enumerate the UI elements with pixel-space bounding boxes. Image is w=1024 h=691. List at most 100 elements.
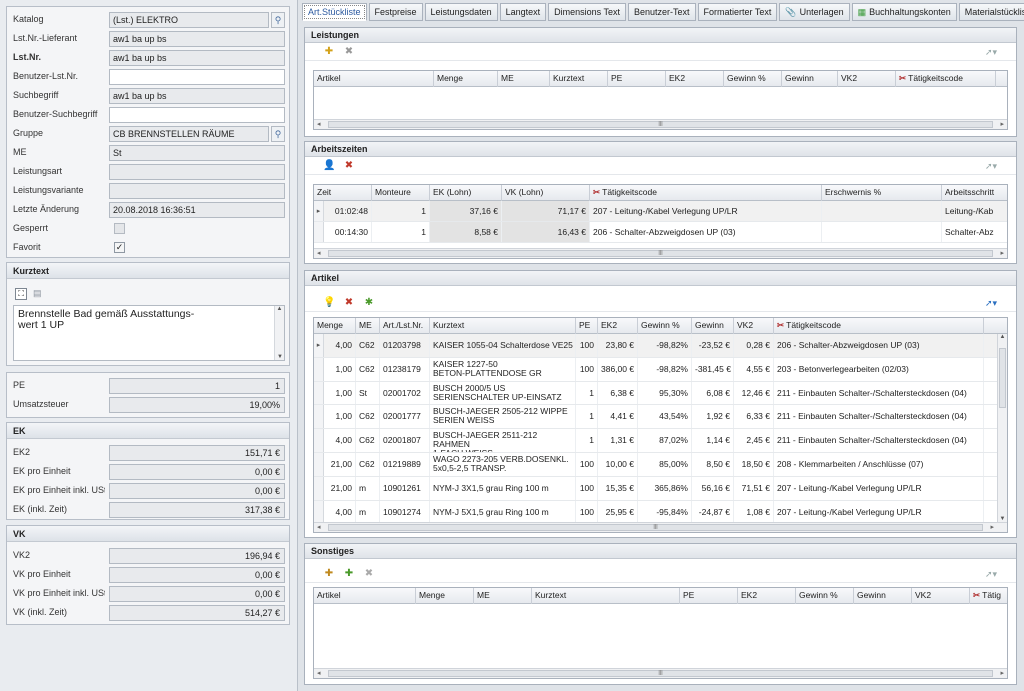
column-header[interactable]: ME (498, 71, 550, 87)
expand-icon[interactable]: ⛶ (15, 288, 27, 300)
delete-icon[interactable]: ✖ (343, 297, 355, 309)
field-value[interactable]: aw1 ba up bs (109, 50, 285, 66)
column-header[interactable]: VK (Lohn) (502, 185, 590, 201)
column-header[interactable]: EK2 (738, 588, 796, 604)
column-header[interactable]: Menge (314, 318, 356, 334)
column-header[interactable]: VK2 (734, 318, 774, 334)
export-icon[interactable]: ➚▾ (985, 568, 997, 580)
table-row[interactable]: 1,00 St 02001702 BUSCH 2000/5 US SERIENSCHA… (314, 381, 1007, 406)
field-value[interactable] (109, 69, 285, 85)
column-header[interactable]: Art./Lst.Nr. (380, 318, 430, 334)
column-header[interactable]: Gewinn % (724, 71, 782, 87)
column-header[interactable]: EK2 (598, 318, 638, 334)
table-row[interactable]: 4,00 m 10901274 NYM-J 5X1,5 grau Ring 100 m… (314, 500, 1007, 525)
add-worker-icon[interactable]: 👤 (323, 160, 335, 172)
tab-benutzer-text[interactable]: Benutzer-Text (628, 3, 696, 21)
column-header[interactable]: Menge (416, 588, 474, 604)
field-value[interactable] (109, 164, 285, 180)
column-header[interactable]: Menge (434, 71, 498, 87)
column-header[interactable]: Kurztext (550, 71, 608, 87)
column-header[interactable]: VK2 (912, 588, 970, 604)
column-header[interactable]: ME (474, 588, 532, 604)
column-header[interactable]: Gewinn % (638, 318, 692, 334)
kurztext-scrollbar[interactable]: ▲ ▼ (274, 306, 284, 360)
column-header[interactable]: Gewinn (692, 318, 734, 334)
column-header[interactable]: PE (608, 71, 666, 87)
export-icon[interactable]: ➚▾ (985, 160, 997, 172)
artikel-hscroll[interactable]: ◂ Ⅲ ▸ (314, 522, 1007, 532)
search-icon[interactable]: ⚲ (271, 12, 285, 28)
column-header[interactable]: PE (680, 588, 738, 604)
table-row[interactable]: 1,00 C62 01238179 KAISER 1227-50 BETON-PLAT… (314, 357, 1007, 382)
table-row[interactable]: 1,00 C62 02001777 BUSCH-JAEGER 2505-212 WIP… (314, 405, 1007, 430)
column-header[interactable]: ✂ Tätigkeitscode (896, 71, 996, 87)
column-header[interactable]: Gewinn (854, 588, 912, 604)
copy-item-icon[interactable]: ✚ (343, 568, 355, 580)
column-header[interactable]: Artikel (314, 71, 434, 87)
field-value[interactable]: 20.08.2018 16:36:51 (109, 202, 285, 218)
delete-icon[interactable]: ✖ (363, 568, 375, 580)
column-header[interactable]: ✂ Tätigkeitscode (590, 185, 822, 201)
delete-icon[interactable]: ✖ (343, 46, 355, 58)
arbeitszeiten-hscroll[interactable]: ◂ Ⅲ ▸ (314, 248, 1007, 258)
artikel-vscroll[interactable]: ▲ ▼ (997, 334, 1007, 522)
column-header[interactable]: ✂ Tätig (970, 588, 1007, 604)
table-cell: 6,08 € (692, 381, 734, 405)
add-item-icon[interactable]: ✚ (323, 568, 335, 580)
field-value[interactable]: aw1 ba up bs (109, 88, 285, 104)
spellcheck-icon[interactable]: ▤ (33, 288, 45, 300)
tab-formatierter-text[interactable]: Formatierter Text (697, 3, 778, 21)
table-row[interactable]: ▸ 4,00 C62 01203798 KAISER 1055-04 Schalterd… (314, 334, 1007, 358)
column-header[interactable]: Gewinn % (796, 588, 854, 604)
kurztext-textarea[interactable]: Brennstelle Bad gemäß Ausstattungs- wert… (13, 305, 285, 361)
column-header[interactable]: Kurztext (532, 588, 680, 604)
table-row[interactable]: ▸ 01:02:48 1 37,16 €71,17 €207 - Leitung-/K… (314, 201, 1007, 222)
search-icon[interactable]: ⚲ (271, 126, 285, 142)
add-article-icon[interactable]: ✱ (363, 297, 375, 309)
sonstiges-hscroll[interactable]: ◂ Ⅲ ▸ (314, 668, 1007, 678)
column-header[interactable]: Arbeitsschritt (942, 185, 1007, 201)
left-panel: Katalog (Lst.) ELEKTRO ⚲ Lst.Nr.-Lieferant a… (0, 0, 298, 691)
tab-dimensions-text[interactable]: Dimensions Text (548, 3, 627, 21)
field-value[interactable]: aw1 ba up bs (109, 31, 285, 47)
export-icon[interactable]: ➚▾ (985, 46, 997, 58)
tab-leistungsdaten[interactable]: Leistungsdaten (424, 3, 498, 21)
lightbulb-icon[interactable]: 💡 (323, 297, 335, 309)
tab-art-stückliste[interactable]: Art.Stückliste (302, 3, 367, 21)
tab-unterlagen[interactable]: 📎 Unterlagen (779, 3, 850, 21)
field-value[interactable]: (Lst.) ELEKTRO (109, 12, 269, 28)
row-indicator: ▸ (314, 201, 324, 221)
column-header[interactable]: Zeit (314, 185, 372, 201)
column-header[interactable]: EK2 (666, 71, 724, 87)
field-label: PE (13, 380, 26, 390)
table-row[interactable]: 21,00 C62 01219889 WAGO 2273-205 VERB.DOSEN… (314, 453, 1007, 477)
field-value[interactable]: St (109, 145, 285, 161)
field-value[interactable]: CB BRENNSTELLEN RÄUME (109, 126, 269, 142)
column-header[interactable]: Artikel (314, 588, 416, 604)
column-header[interactable]: Monteure (372, 185, 430, 201)
table-row[interactable]: 00:14:30 1 8,58 €16,43 €206 - Schalter-Abz… (314, 222, 1007, 243)
gesperrt-checkbox[interactable] (114, 223, 125, 234)
field-value[interactable] (109, 183, 285, 199)
column-header[interactable]: EK (Lohn) (430, 185, 502, 201)
column-header[interactable]: Gewinn (782, 71, 838, 87)
column-header[interactable]: VK2 (838, 71, 896, 87)
tab-festpreise[interactable]: Festpreise (368, 3, 423, 21)
leistungen-hscroll[interactable]: ◂ Ⅲ ▸ (314, 119, 1007, 129)
table-row[interactable]: 4,00 C62 02001807 BUSCH-JAEGER 2511-212 RAH… (314, 429, 1007, 453)
delete-icon[interactable]: ✖ (343, 160, 355, 172)
export-icon[interactable]: ➚▾ (985, 297, 997, 309)
add-leistung-icon[interactable]: ✚ (323, 46, 335, 58)
column-header[interactable]: Erschwernis % (822, 185, 942, 201)
column-header[interactable]: PE (576, 318, 598, 334)
favorit-checkbox[interactable]: ✓ (114, 242, 125, 253)
column-header[interactable]: Kurztext (430, 318, 576, 334)
table-cell: C62 (356, 405, 380, 429)
tab-buchhaltungskonten[interactable]: ▦ Buchhaltungskonten (851, 3, 957, 21)
column-header[interactable]: ME (356, 318, 380, 334)
table-row[interactable]: 21,00 m 10901261 NYM-J 3X1,5 grau Ring 100 … (314, 476, 1007, 501)
tab-langtext[interactable]: Langtext (499, 3, 547, 21)
tab-materialstückliste-gesamt[interactable]: Materialstückliste gesamt (958, 3, 1024, 21)
field-value[interactable] (109, 107, 285, 123)
column-header[interactable]: ✂ Tätigkeitscode (774, 318, 984, 334)
